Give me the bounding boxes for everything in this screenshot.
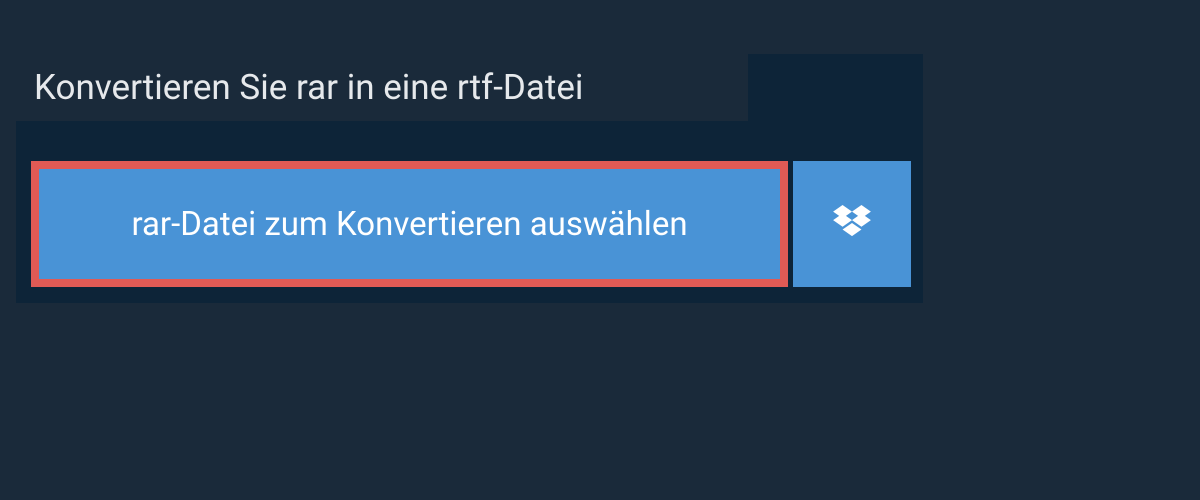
select-file-label: rar-Datei zum Konvertieren auswählen (131, 205, 687, 244)
converter-panel: Konvertieren Sie rar in eine rtf-Datei r… (16, 54, 923, 303)
page-title: Konvertieren Sie rar in eine rtf-Datei (34, 67, 583, 108)
button-row: rar-Datei zum Konvertieren auswählen (31, 161, 911, 287)
dropbox-button[interactable] (793, 161, 911, 287)
select-file-button[interactable]: rar-Datei zum Konvertieren auswählen (31, 161, 788, 287)
dropbox-icon (833, 205, 871, 243)
title-bar: Konvertieren Sie rar in eine rtf-Datei (16, 54, 748, 121)
